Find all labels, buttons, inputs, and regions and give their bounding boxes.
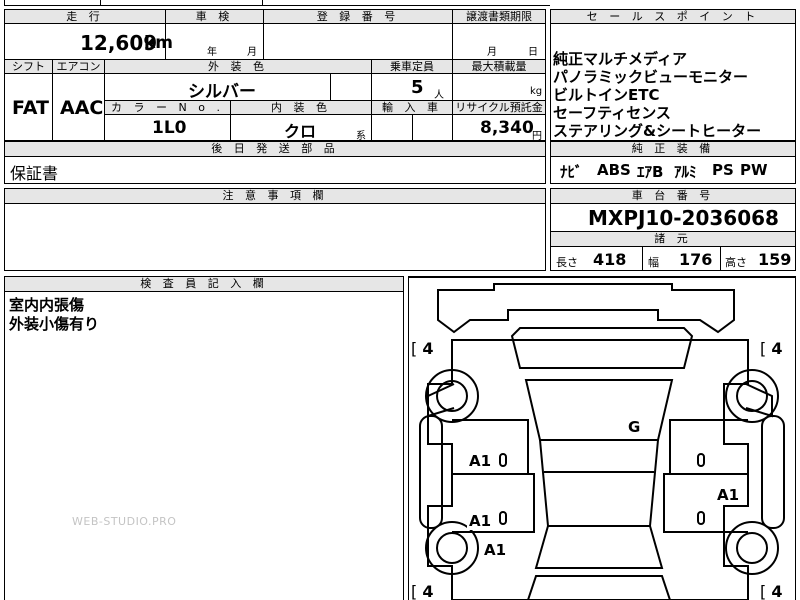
equipment-item: ﾅﾋﾞ [560,163,583,181]
tire-tread-tr: 4 [771,339,783,358]
exterior-color-header: 外 装 色 [104,59,372,74]
sales-points-header: セ ー ル ス ポ イ ン ト [550,9,796,24]
interior-color-value: クロ [284,122,317,141]
wheel-rear-left-inner [436,532,468,564]
max-load-unit: kg [530,86,543,97]
inspection-header: 車 検 [165,9,264,24]
damage-mark-g: G [626,418,643,436]
damage-mark-a1: A1 [467,512,494,530]
height-label: 高さ [725,256,747,269]
mileage-header: 走 行 [4,9,166,24]
right-front-door [669,419,748,475]
rear-window-outline [534,525,664,569]
left-front-handle [499,453,507,467]
aircon-value: AAC [60,97,104,119]
watermark-text: WEB-STUDIO.PRO [72,515,177,528]
aircon-header: エアコン [52,59,105,74]
windshield-outline [524,379,674,441]
interior-color-header: 内 装 色 [230,100,372,115]
equipment-item: ABS [597,161,631,179]
tire-tread-bl: 4 [422,582,434,600]
shift-header: シフト [4,59,53,74]
right-rear-handle [697,511,705,525]
tire-bracket-tl: [ 4 [411,339,434,358]
left-sill [419,415,443,529]
recycle-unit: 円 [532,131,542,142]
tire-tread-tl: 4 [422,339,434,358]
interior-series-unit: 系 [356,131,366,142]
car-damage-diagram [408,276,796,600]
equipment-item: ｱﾙﾐ [674,163,697,181]
wheel-rear-right [725,521,779,575]
inspector-header: 検 査 員 記 入 欄 [4,276,404,292]
capacity-value: 5 [411,77,424,98]
hood-outline [510,327,694,369]
height-value: 159 [758,250,792,269]
exterior-color-value: シルバー [188,82,256,102]
left-rear-handle [499,511,507,525]
color-no-header: カ ラ ー N o . [104,100,231,115]
capacity-header: 乗車定員 [371,59,453,74]
transfer-day-unit: 日 [528,47,538,58]
import-cell-a [371,114,413,141]
tire-tread-br: 4 [771,582,783,600]
damage-mark-a1: A1 [482,541,509,559]
roof-outline [538,439,660,527]
front-bumper-outline [437,283,735,334]
inspector-note: 室内内張傷 [9,296,85,314]
trunk-outline [526,575,672,600]
top-strip [4,0,550,6]
top-strip-divider [100,0,101,6]
notes-cell [4,203,546,271]
equipment-item: ｴｱB [637,163,664,181]
length-label: 長さ [556,256,578,269]
tire-bracket-tr: [ 4 [760,339,783,358]
inspector-note: 外装小傷有り [9,315,100,333]
max-load-header: 最大積載量 [452,59,546,74]
notes-header: 注 意 事 項 欄 [4,188,546,204]
sales-point-item: ステアリング&シートヒーター [553,122,762,140]
wheel-front-right-inner [736,380,768,412]
inspection-year-unit: 年 [207,47,217,58]
recycle-value: 8,340 [480,118,534,138]
equipment-item: PS [712,161,734,179]
import-cell-b [412,114,453,141]
transfer-month-unit: 月 [487,47,497,58]
chassis-no-value: MXPJ10-2036068 [588,206,779,230]
width-label: 幅 [648,256,659,269]
capacity-unit: 人 [434,90,444,101]
recycle-header: リサイクル預託金 [452,100,546,115]
shift-value: FAT [12,97,49,119]
equipment-item: PW [740,161,768,179]
registration-header: 登 録 番 号 [263,9,453,24]
specs-header: 諸 元 [550,231,796,247]
transfer-deadline-header: 譲渡書類期限 [452,9,546,24]
width-value: 176 [679,250,713,269]
chassis-no-header: 車 台 番 号 [550,188,796,204]
registration-cell [263,23,453,60]
later-parts-cell [4,156,546,184]
later-parts-header: 後 日 発 送 部 品 [4,141,546,157]
wheel-rear-right-inner [736,532,768,564]
tire-bracket-br: [ 4 [760,582,783,600]
top-strip-divider [262,0,263,6]
right-sill [761,415,785,529]
tire-bracket-bl: [ 4 [411,582,434,600]
equipment-header: 純 正 装 備 [550,141,796,157]
damage-mark-a1: A1 [715,486,742,504]
color-no-value: 1L0 [152,118,187,138]
exterior-color-extra [330,73,372,101]
later-parts-value: 保証書 [10,164,59,183]
length-value: 418 [593,250,627,269]
inspector-cell [4,291,404,600]
damage-mark-a1: A1 [467,452,494,470]
inspection-month-unit: 月 [247,47,257,58]
right-front-handle [697,453,705,467]
import-header: 輸 入 車 [371,100,453,115]
